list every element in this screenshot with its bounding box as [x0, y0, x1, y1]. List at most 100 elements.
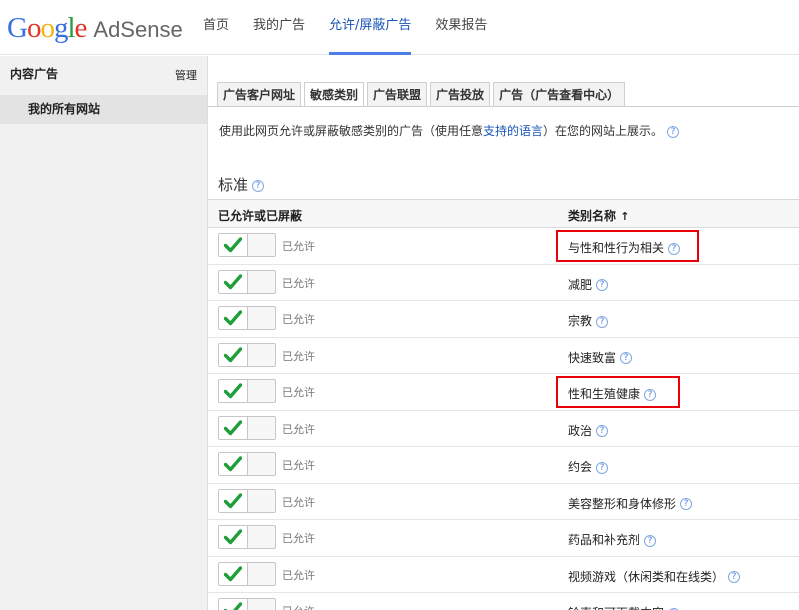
categories-table: 已允许或已屏蔽 类别名称 ↑ 已允许 与性和性行为相关? 已允许 减肥? 已允许 宗教? 已… [208, 199, 799, 610]
description-text-end: ）在您的网站上展示。 [543, 124, 664, 138]
table-row: 已允许 约会? [208, 447, 799, 484]
category-name: 减肥? [568, 276, 609, 293]
category-name: 药品和补充剂? [568, 531, 657, 548]
check-icon [219, 453, 248, 475]
category-label: 宗教 [568, 314, 593, 328]
top-header: Google AdSense 首页 我的广告 允许/屏蔽广告 效果报告 [0, 0, 799, 55]
table-row: 已允许 减肥? [208, 265, 799, 301]
nav-item[interactable]: 首页 [203, 0, 229, 55]
category-name: 美容整形和身体修形? [568, 495, 693, 512]
category-name: 铃声和可下载内容? [568, 604, 681, 610]
category-label: 减肥 [568, 277, 593, 292]
tab[interactable]: 广告（广告查看中心） [493, 82, 626, 106]
check-icon [219, 416, 248, 439]
allow-toggle[interactable] [218, 342, 276, 367]
tab[interactable]: 广告投放 [430, 82, 491, 106]
category-tabs: 广告客户网址 敏感类别 广告联盟 广告投放 广告（广告查看中心） [217, 82, 628, 107]
category-name: 快速致富? [568, 349, 633, 366]
help-icon[interactable]: ? [252, 179, 265, 192]
check-icon [219, 380, 248, 402]
table-row: 已允许 性和生殖健康? [208, 374, 799, 411]
table-row: 已允许 视频游戏（休闲类和在线类）? [208, 557, 799, 593]
category-label: 政治 [568, 423, 593, 438]
column-header-category[interactable]: 类别名称 ↑ [568, 207, 629, 224]
help-icon[interactable]: ? [596, 461, 609, 474]
top-nav: 首页 我的广告 允许/屏蔽广告 效果报告 [203, 0, 511, 55]
allow-toggle[interactable] [218, 306, 276, 330]
allow-toggle[interactable] [218, 525, 276, 549]
status-label: 已允许 [282, 568, 315, 582]
highlight-box [556, 230, 699, 262]
sidebar-section-title: 内容广告 [10, 67, 59, 81]
help-icon[interactable]: ? [596, 279, 609, 291]
product-name: AdSense [93, 17, 183, 42]
google-logo: Google [7, 12, 87, 44]
section-title: 标准? [218, 174, 265, 195]
allow-toggle[interactable] [218, 415, 276, 440]
sidebar-item-all-sites[interactable]: 我的所有网站 [0, 95, 207, 124]
allow-toggle[interactable] [218, 598, 276, 610]
tab[interactable]: 广告客户网址 [217, 82, 302, 106]
table-header: 已允许或已屏蔽 类别名称 ↑ [208, 199, 799, 228]
help-icon[interactable]: ? [620, 352, 633, 364]
category-label: 药品和补充剂 [568, 533, 641, 547]
status-label: 已允许 [282, 349, 315, 363]
highlight-box [556, 376, 680, 408]
table-row: 已允许 宗教? [208, 301, 799, 338]
allow-toggle[interactable] [218, 561, 276, 586]
help-icon[interactable]: ? [596, 425, 609, 437]
category-name: 宗教? [568, 312, 609, 329]
help-icon[interactable]: ? [680, 498, 693, 510]
manage-link[interactable]: 管理 [175, 67, 197, 83]
check-icon [219, 599, 248, 610]
nav-item[interactable]: 允许/屏蔽广告 [329, 0, 412, 55]
allow-toggle[interactable] [218, 488, 276, 513]
status-label: 已允许 [282, 240, 315, 253]
category-label: 美容整形和身体修形 [568, 496, 677, 511]
check-icon [219, 489, 248, 512]
description-text: 使用此网页允许或屏蔽敏感类别的广告（使用任意 [219, 124, 484, 138]
tab-divider [208, 106, 799, 107]
allow-toggle[interactable] [218, 379, 276, 403]
nav-item[interactable]: 效果报告 [435, 0, 487, 55]
table-row: 已允许 铃声和可下载内容? [208, 593, 799, 610]
help-icon[interactable]: ? [596, 315, 609, 328]
category-name: 约会? [568, 458, 609, 475]
status-label: 已允许 [282, 422, 315, 436]
sidebar: 内容广告 管理 我的所有网站 [0, 56, 208, 610]
category-label: 视频游戏（休闲类和在线类） [568, 569, 725, 584]
table-row: 已允许 与性和性行为相关? [208, 228, 799, 265]
category-label: 约会 [568, 460, 593, 474]
category-name: 视频游戏（休闲类和在线类）? [568, 568, 741, 585]
section-title-text: 标准 [218, 176, 249, 194]
supported-languages-link[interactable]: 支持的语言 [483, 124, 543, 138]
tab[interactable]: 敏感类别 [304, 82, 365, 107]
check-icon [219, 307, 248, 329]
check-icon [219, 526, 248, 548]
category-name: 政治? [568, 422, 609, 439]
help-icon[interactable]: ? [644, 534, 657, 547]
allow-toggle[interactable] [218, 233, 276, 257]
status-label: 已允许 [282, 313, 315, 326]
help-icon[interactable]: ? [728, 571, 741, 583]
column-header-status: 已允许或已屏蔽 [218, 209, 303, 223]
status-label: 已允许 [282, 386, 315, 399]
adsense-logo[interactable]: Google AdSense [7, 12, 183, 44]
sort-arrow-icon: ↑ [620, 210, 630, 223]
check-icon [219, 562, 248, 585]
status-label: 已允许 [282, 532, 315, 545]
tab[interactable]: 广告联盟 [367, 82, 428, 106]
status-label: 已允许 [282, 603, 315, 610]
category-label: 快速致富 [568, 350, 617, 365]
allow-toggle[interactable] [218, 452, 276, 476]
allow-toggle[interactable] [218, 269, 276, 294]
category-label: 铃声和可下载内容 [568, 606, 664, 610]
table-row: 已允许 政治? [208, 411, 799, 447]
nav-item[interactable]: 我的广告 [253, 0, 305, 55]
page-description: 使用此网页允许或屏蔽敏感类别的广告（使用任意支持的语言）在您的网站上展示。? [219, 122, 680, 139]
column-header-category-label: 类别名称 [568, 209, 617, 223]
status-label: 已允许 [282, 495, 315, 509]
table-row: 已允许 美容整形和身体修形? [208, 484, 799, 520]
status-label: 已允许 [282, 276, 315, 290]
help-icon[interactable]: ? [667, 125, 680, 138]
